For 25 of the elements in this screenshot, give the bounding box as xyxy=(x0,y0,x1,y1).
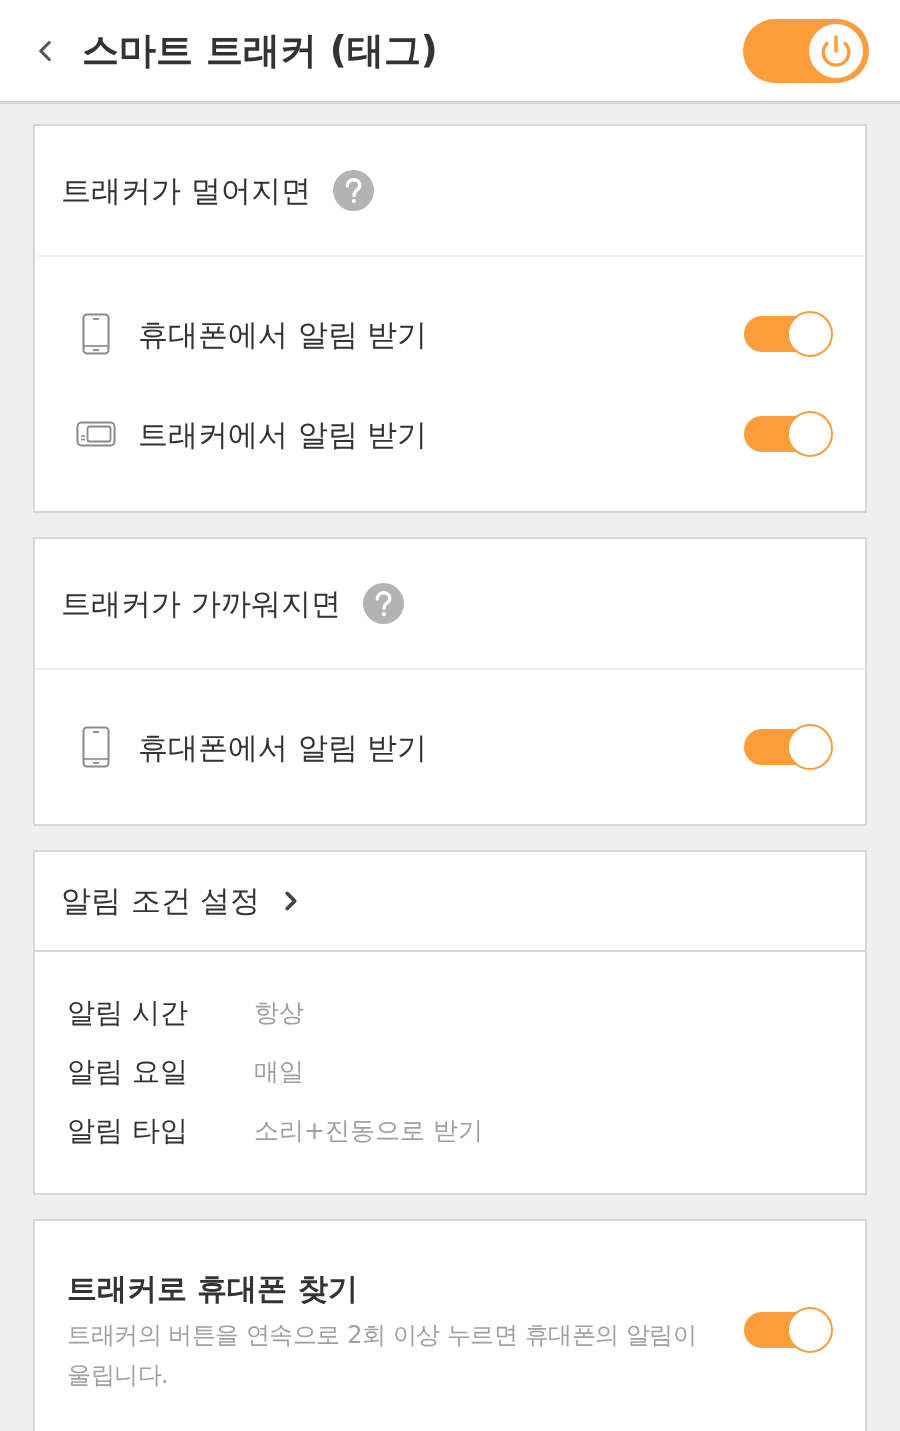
page-title: 스마트 트래커 (태그) xyxy=(82,32,439,69)
condition-label: 알림 요일 xyxy=(67,1053,189,1090)
toggle-switch[interactable] xyxy=(744,411,833,457)
condition-label: 알림 타입 xyxy=(67,1112,189,1149)
condition-value: 항상 xyxy=(254,996,304,1029)
toggle-switch[interactable] xyxy=(744,311,833,357)
condition-settings-link[interactable]: 알림 조건 설정 xyxy=(61,886,307,916)
toggle-switch[interactable] xyxy=(744,1307,833,1353)
feature-title: 트래커로 휴대폰 찾기 xyxy=(67,1270,359,1308)
section-title: 트래커가 가까워지면 xyxy=(61,588,341,619)
option-label: 트래커에서 알림 받기 xyxy=(138,415,429,454)
phone-icon xyxy=(82,313,110,355)
power-icon xyxy=(819,33,853,68)
section-title: 트래커가 멀어지면 xyxy=(61,175,311,206)
option-label: 휴대폰에서 알림 받기 xyxy=(138,315,429,354)
condition-value: 소리+진동으로 받기 xyxy=(254,1114,483,1147)
feature-description: 트래커의 버튼을 연속으로 2회 이상 누르면 휴대폰의 알림이 울립니다. xyxy=(67,1320,698,1391)
condition-label: 알림 시간 xyxy=(67,994,189,1031)
toggle-switch[interactable] xyxy=(744,724,833,770)
condition-value: 매일 xyxy=(254,1055,304,1088)
tracker-device-icon xyxy=(76,421,116,447)
help-icon[interactable] xyxy=(362,583,404,624)
help-icon[interactable] xyxy=(332,170,374,211)
option-label: 휴대폰에서 알림 받기 xyxy=(138,728,429,767)
phone-icon xyxy=(82,726,110,768)
